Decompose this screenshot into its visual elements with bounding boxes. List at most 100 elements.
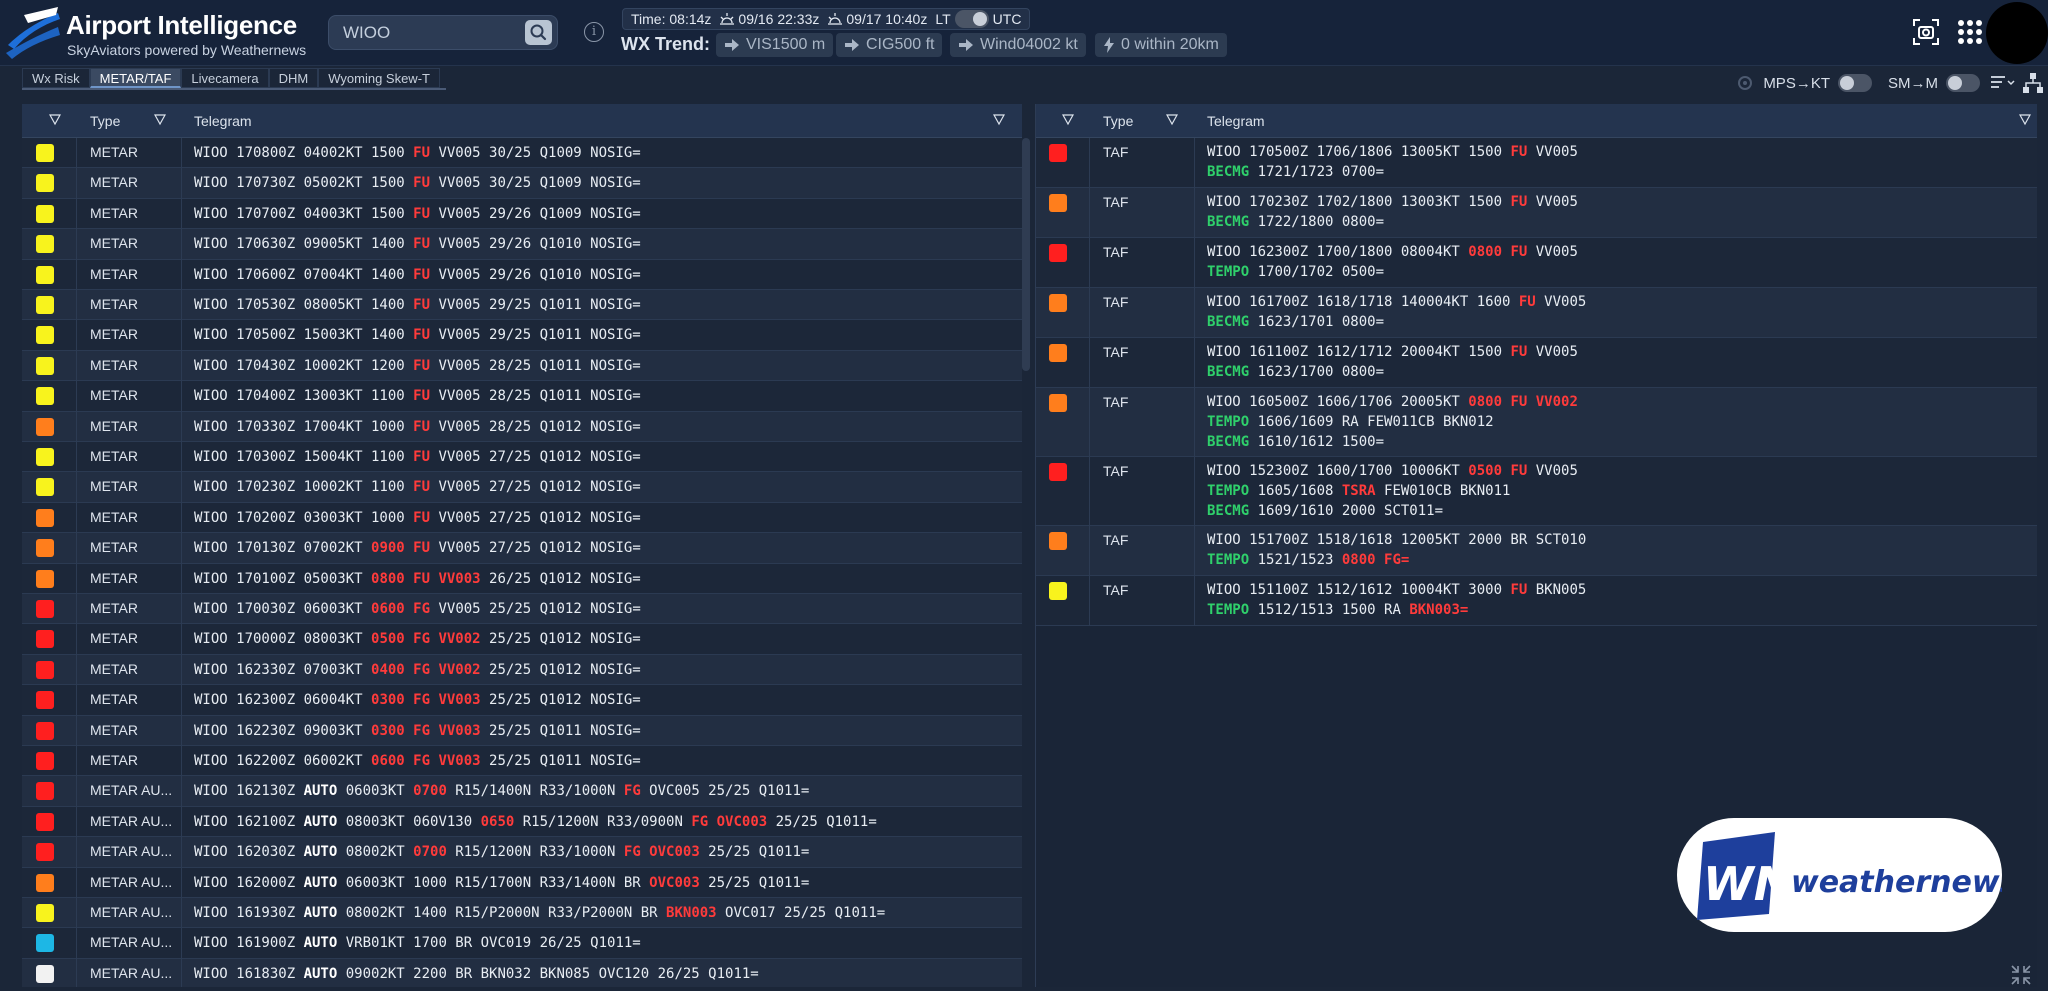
sm-m-toggle[interactable]	[1946, 74, 1980, 92]
metar-row[interactable]: METAR WIOO 170230Z 10002KT 1100 FU VV005 …	[22, 472, 1022, 503]
telegram-text: WIOO 170700Z 04003KT 1500	[194, 205, 414, 222]
telegram-text: WIOO 170800Z 04002KT 1500	[194, 145, 414, 161]
taf-row[interactable]: TAF WIOO 170500Z 1706/1806 13005KT 1500 F…	[1036, 138, 2037, 188]
metar-row[interactable]: METAR WIOO 170500Z 15003KT 1400 FU VV005 …	[22, 320, 1022, 351]
taf-row[interactable]: TAF WIOO 170230Z 1702/1800 13003KT 1500 F…	[1036, 188, 2037, 238]
telegram-text: 25/25 Q1012 NOSIG=	[480, 631, 641, 648]
filter-icon[interactable]	[2019, 114, 2031, 126]
metar-scrollbar[interactable]	[1022, 138, 1030, 371]
view-tabs: Wx Risk METAR/TAF Livecamera DHM Wyoming…	[22, 68, 440, 88]
metar-row[interactable]: METAR WIOO 170530Z 08005KT 1400 FU VV005 …	[22, 290, 1022, 321]
metar-row[interactable]: METAR WIOO 170630Z 09005KT 1400 FU VV005 …	[22, 229, 1022, 260]
taf-row[interactable]: TAF WIOO 151700Z 1518/1618 12005KT 2000 B…	[1036, 526, 2037, 576]
sort-menu-icon[interactable]	[1990, 74, 2016, 92]
telegram-text: 1605/1608	[1249, 483, 1342, 499]
metar-row[interactable]: METAR AU... WIOO 162100Z AUTO 08003KT 060…	[22, 806, 1022, 838]
telegram-column-header[interactable]: Telegram	[194, 113, 252, 129]
taf-row[interactable]: TAF WIOO 162300Z 1700/1800 08004KT 0800 F…	[1036, 238, 2037, 288]
telegram-column-header[interactable]: Telegram	[1207, 113, 1265, 129]
taf-row[interactable]: TAF WIOO 152300Z 1600/1700 10006KT 0500 F…	[1036, 457, 2037, 526]
metar-row[interactable]: METAR WIOO 170600Z 07004KT 1400 FU VV005 …	[22, 259, 1022, 290]
metar-row[interactable]: METAR WIOO 170300Z 15004KT 1100 FU VV005 …	[22, 442, 1022, 473]
metar-row[interactable]: METAR WIOO 170330Z 17004KT 1000 FU VV005 …	[22, 411, 1022, 442]
telegram-highlight: FU	[1518, 294, 1536, 310]
telegram-text: WIOO 170500Z 1706/1806 13005KT 1500	[1207, 144, 1511, 160]
tab-metar-taf[interactable]: METAR/TAF	[89, 68, 182, 88]
weathernews-mark-icon: WN weathernews	[1697, 832, 2017, 920]
metar-row[interactable]: METAR WIOO 170100Z 05003KT 0800 FU VV003 …	[22, 563, 1022, 594]
lt-utc-toggle[interactable]	[954, 10, 989, 28]
metar-row[interactable]: METAR WIOO 170000Z 08003KT 0500 FG VV002 …	[22, 624, 1022, 655]
filter-icon[interactable]	[1166, 114, 1178, 126]
metar-row[interactable]: METAR WIOO 162330Z 07003KT 0400 FG VV002 …	[22, 654, 1022, 686]
report-type: METAR	[90, 204, 138, 221]
airport-search[interactable]	[328, 15, 558, 50]
filter-icon[interactable]	[993, 114, 1005, 126]
wx-trend-chip-ceiling[interactable]: CIG500 ft	[836, 33, 943, 57]
taf-row[interactable]: TAF WIOO 160500Z 1606/1706 20005KT 0800 F…	[1036, 388, 2037, 457]
report-type: METAR	[90, 721, 138, 738]
metar-row[interactable]: METAR AU... WIOO 161830Z AUTO 09002KT 220…	[22, 958, 1022, 987]
wx-trend-chip-lightning[interactable]: 0 within 20km	[1095, 33, 1227, 57]
taf-row[interactable]: TAF WIOO 161700Z 1618/1718 140004KT 1600 …	[1036, 288, 2037, 338]
hierarchy-icon[interactable]	[2022, 72, 2044, 94]
wx-trend-chip-wind[interactable]: Wind04002 kt	[950, 33, 1086, 57]
telegram-text: WIOO 170500Z 15003KT 1400	[194, 327, 414, 344]
telegram-text: 25/25 Q1011=	[767, 813, 877, 830]
telegram-text-block: WIOO 160500Z 1606/1706 20005KT 0800 FU V…	[1207, 392, 1578, 452]
screenshot-icon[interactable]	[1912, 18, 1940, 46]
metar-row[interactable]: METAR AU... WIOO 161930Z AUTO 08002KT 140…	[22, 898, 1022, 929]
mps-kt-toggle[interactable]	[1838, 74, 1872, 92]
telegram-text: VV005 28/25 Q1011 NOSIG=	[430, 357, 641, 374]
metar-row[interactable]: METAR WIOO 170130Z 07002KT 0900 FU VV005 …	[22, 533, 1022, 564]
tab-livecamera[interactable]: Livecamera	[181, 68, 269, 88]
apps-grid-icon[interactable]	[1956, 18, 1984, 46]
metar-row[interactable]: METAR WIOO 170030Z 06003KT 0600 FG VV005 …	[22, 594, 1022, 625]
telegram-text: R15/1400N R33/1000N	[446, 783, 624, 800]
metar-row[interactable]: METAR WIOO 170800Z 04002KT 1500 FU VV005 …	[22, 138, 1022, 169]
report-type: TAF	[1103, 394, 1129, 410]
metar-row[interactable]: METAR WIOO 170430Z 10002KT 1200 FU VV005 …	[22, 350, 1022, 382]
telegram-text: WIOO 162300Z 06004KT	[194, 692, 372, 709]
type-column-header[interactable]: Type	[90, 113, 120, 129]
taf-row[interactable]: TAF WIOO 151100Z 1512/1612 10004KT 3000 F…	[1036, 576, 2037, 626]
metar-row[interactable]: METAR WIOO 170400Z 13003KT 1100 FU VV005 …	[22, 381, 1022, 412]
metar-row[interactable]: METAR WIOO 162200Z 06002KT 0600 FG VV003 …	[22, 746, 1022, 777]
metar-row[interactable]: METAR WIOO 162230Z 09003KT 0300 FG VV003 …	[22, 715, 1022, 746]
metar-row[interactable]: METAR AU... WIOO 162000Z AUTO 06003KT 100…	[22, 867, 1022, 898]
metar-row[interactable]: METAR WIOO 162300Z 06004KT 0300 FG VV003 …	[22, 685, 1022, 716]
metar-row[interactable]: METAR WIOO 170730Z 05002KT 1500 FU VV005 …	[22, 168, 1022, 199]
airport-search-input[interactable]	[343, 23, 513, 43]
settings-dot-icon[interactable]	[1737, 75, 1753, 91]
taf-row[interactable]: TAF WIOO 161100Z 1612/1712 20004KT 1500 F…	[1036, 338, 2037, 388]
chip-label: Wind04002 kt	[980, 36, 1078, 53]
tab-wyoming-skew-t[interactable]: Wyoming Skew-T	[318, 68, 440, 88]
metar-row[interactable]: METAR AU... WIOO 161900Z AUTO VRB01KT 170…	[22, 928, 1022, 959]
telegram-text: VV005 29/25 Q1011 NOSIG=	[430, 327, 641, 344]
info-icon[interactable]: i	[584, 22, 604, 42]
flight-category-swatch	[36, 478, 54, 497]
search-button[interactable]	[525, 20, 552, 45]
filter-icon[interactable]	[49, 114, 61, 126]
report-type: TAF	[1103, 344, 1129, 360]
filter-icon[interactable]	[1062, 114, 1074, 126]
telegram-text: 1521/1523	[1249, 552, 1342, 568]
telegram-highlight: FU	[413, 418, 431, 435]
metar-row[interactable]: METAR WIOO 170700Z 04003KT 1500 FU VV005 …	[22, 198, 1022, 230]
metar-row[interactable]: METAR AU... WIOO 162030Z AUTO 08002KT 070…	[22, 837, 1022, 868]
wx-trend-chip-visibility[interactable]: VIS1500 m	[716, 33, 834, 57]
metar-row[interactable]: METAR WIOO 170200Z 03003KT 1000 FU VV005 …	[22, 502, 1022, 534]
telegram-highlight: 0800 FU VV002	[1468, 394, 1578, 410]
type-column-header[interactable]: Type	[1103, 113, 1133, 129]
user-avatar[interactable]	[1986, 2, 2048, 64]
wx-trend-label: WX Trend:	[621, 34, 710, 54]
tab-dhm[interactable]: DHM	[268, 68, 319, 88]
collapse-icon[interactable]	[2010, 964, 2032, 986]
telegram-text-block: WIOO 162300Z 1700/1800 08004KT 0800 FU V…	[1207, 242, 1578, 282]
app-logo-icon[interactable]	[4, 5, 60, 59]
metar-row[interactable]: METAR AU... WIOO 162130Z AUTO 06003KT 070…	[22, 776, 1022, 807]
tab-wx-risk[interactable]: Wx Risk	[22, 68, 90, 88]
current-time: Time: 08:14z	[631, 11, 712, 27]
telegram-highlight: 0900 FU	[371, 540, 431, 557]
filter-icon[interactable]	[154, 114, 166, 126]
